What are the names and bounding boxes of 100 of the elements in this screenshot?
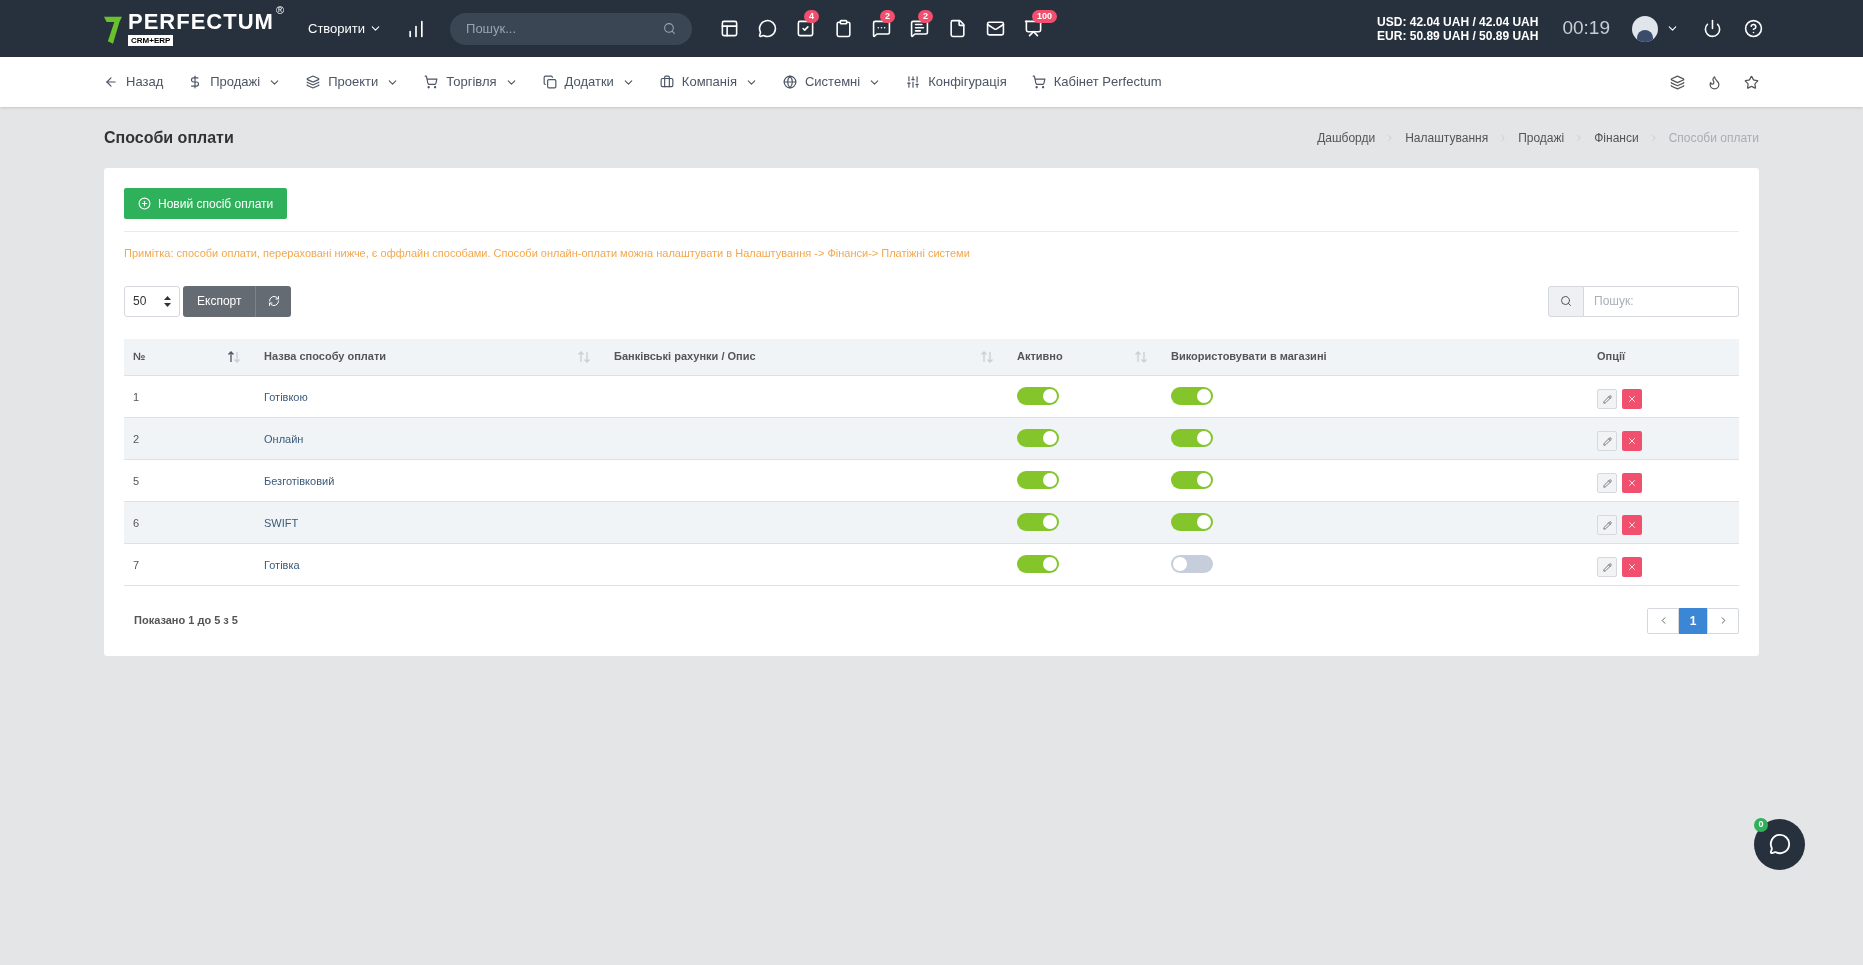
close-icon <box>1627 520 1637 530</box>
export-button[interactable]: Експорт <box>183 285 256 317</box>
nav-item[interactable]: Компанія <box>659 72 758 92</box>
breadcrumb: Способи оплати <box>1668 129 1759 147</box>
flame-icon[interactable] <box>1707 74 1722 90</box>
spinner-icon <box>164 295 171 307</box>
table-cell: 7 <box>133 559 140 571</box>
table-cell: 2 <box>133 433 140 445</box>
nav-item[interactable]: Додатки <box>542 72 635 92</box>
task-icon[interactable] <box>796 18 816 38</box>
toggle-switch[interactable] <box>1017 387 1059 405</box>
breadcrumb[interactable]: Дашборди <box>1317 128 1376 147</box>
logo-text: PERFECTUM <box>128 11 274 33</box>
table-info: Показано 1 до 5 з 5 <box>134 613 238 629</box>
nav-item[interactable]: Назад <box>104 72 164 92</box>
close-icon <box>1627 478 1637 488</box>
delete-button[interactable] <box>1622 515 1642 535</box>
previous-page-button[interactable] <box>1647 607 1679 634</box>
currency-rate: EUR: 50.89 UAH / 50.89 UAH <box>1377 28 1539 43</box>
edit-button[interactable] <box>1597 473 1617 493</box>
search-field[interactable]: Пошук... <box>450 12 693 45</box>
sort-icon[interactable] <box>227 350 241 363</box>
edit-button[interactable] <box>1597 515 1617 535</box>
notification-badge: 4 <box>804 9 820 23</box>
toggle-switch[interactable] <box>1017 429 1059 447</box>
toggle-switch[interactable] <box>1171 513 1213 531</box>
refresh-button[interactable] <box>255 285 292 317</box>
nav-item[interactable]: Торгівля <box>424 72 518 92</box>
delete-button[interactable] <box>1622 389 1642 409</box>
search-icon <box>1560 295 1572 307</box>
page-title: Способи оплати <box>104 127 234 148</box>
notification-badge: 2 <box>880 9 896 23</box>
column-header[interactable]: Використовувати в магазині <box>1171 348 1327 365</box>
toggle-switch[interactable] <box>1017 471 1059 489</box>
copy-icon <box>542 75 557 89</box>
create-menu[interactable]: Створити <box>308 18 383 39</box>
cart-icon <box>1031 75 1046 89</box>
column-header[interactable]: Банківські рахунки / Опис <box>614 348 756 365</box>
edit-button[interactable] <box>1597 389 1617 409</box>
toggle-switch[interactable] <box>1171 429 1213 447</box>
pencil-icon <box>1602 478 1612 488</box>
delete-button[interactable] <box>1622 473 1642 493</box>
search-icon <box>663 22 677 35</box>
currency-rate: USD: 42.04 UAH / 42.04 UAH <box>1377 14 1539 29</box>
table-cell: 1 <box>133 391 140 403</box>
briefcase-icon <box>659 75 674 89</box>
plus-icon <box>138 197 151 210</box>
delete-button[interactable] <box>1622 431 1642 451</box>
avatar[interactable] <box>1632 15 1658 42</box>
layers-icon[interactable] <box>1670 74 1685 90</box>
chat-icon[interactable] <box>758 18 778 38</box>
payment-name-link[interactable]: Готівка <box>264 559 300 571</box>
table-search-field[interactable]: Пошук: <box>1584 285 1739 317</box>
payment-name-link[interactable]: SWIFT <box>264 517 299 529</box>
delete-button[interactable] <box>1622 557 1642 577</box>
help-icon[interactable] <box>1744 19 1763 38</box>
close-icon <box>1627 562 1637 572</box>
power-icon[interactable] <box>1703 19 1722 38</box>
toggle-switch[interactable] <box>1171 555 1213 573</box>
chat-badge: 0 <box>1754 817 1768 832</box>
star-icon[interactable] <box>1744 74 1759 90</box>
refresh-icon <box>267 295 280 307</box>
clipboard-icon[interactable] <box>834 18 854 38</box>
edit-button[interactable] <box>1597 557 1617 577</box>
mail-icon[interactable] <box>986 18 1006 38</box>
page-size-select[interactable]: 50 <box>124 285 180 317</box>
layout-icon[interactable] <box>720 18 740 38</box>
nav-item[interactable]: Кабінет Perfectum <box>1031 72 1162 92</box>
notification-badge: 100 <box>1032 9 1058 23</box>
column-header[interactable]: Назва способу оплати <box>264 348 387 365</box>
close-icon <box>1627 394 1637 404</box>
cart-icon <box>424 75 439 89</box>
page-button[interactable]: 1 <box>1679 607 1707 634</box>
toggle-switch[interactable] <box>1171 471 1213 489</box>
file-icon[interactable] <box>948 18 968 38</box>
payment-name-link[interactable]: Безготівковий <box>264 475 335 487</box>
nav-item[interactable]: Конфігурація <box>906 72 1007 92</box>
message-icon[interactable] <box>872 18 892 38</box>
column-header[interactable]: Опції <box>1597 348 1626 365</box>
pencil-icon <box>1602 562 1612 572</box>
breadcrumb[interactable]: Продажі <box>1518 128 1565 147</box>
nav-item[interactable]: Системні <box>782 72 882 92</box>
breadcrumb[interactable]: Фінанси <box>1594 128 1639 147</box>
chat-icon <box>1768 833 1791 855</box>
column-header[interactable]: № <box>133 348 146 365</box>
toggle-switch[interactable] <box>1171 387 1213 405</box>
nav-item[interactable]: Продажі <box>188 72 282 92</box>
toggle-switch[interactable] <box>1017 555 1059 573</box>
nav-item[interactable]: Проекти <box>306 72 400 92</box>
comment-icon[interactable] <box>910 18 930 38</box>
payment-name-link[interactable]: Онлайн <box>264 433 304 445</box>
payment-name-link[interactable]: Готівкою <box>264 391 308 403</box>
breadcrumb[interactable]: Налаштування <box>1405 128 1489 147</box>
next-page-button[interactable] <box>1707 607 1739 634</box>
timer: 00:19 <box>1562 16 1610 41</box>
column-header[interactable]: Активно <box>1017 348 1063 365</box>
sliders-icon <box>906 75 921 89</box>
toggle-switch[interactable] <box>1017 513 1059 531</box>
note-text: Примітка: способи оплати, перераховані нижче, є оффлайн способами. Способи онлайн-оплати можна налаштувати в Налаштування -> Фінанси-> Платіжні системи <box>124 246 971 261</box>
edit-button[interactable] <box>1597 431 1617 451</box>
